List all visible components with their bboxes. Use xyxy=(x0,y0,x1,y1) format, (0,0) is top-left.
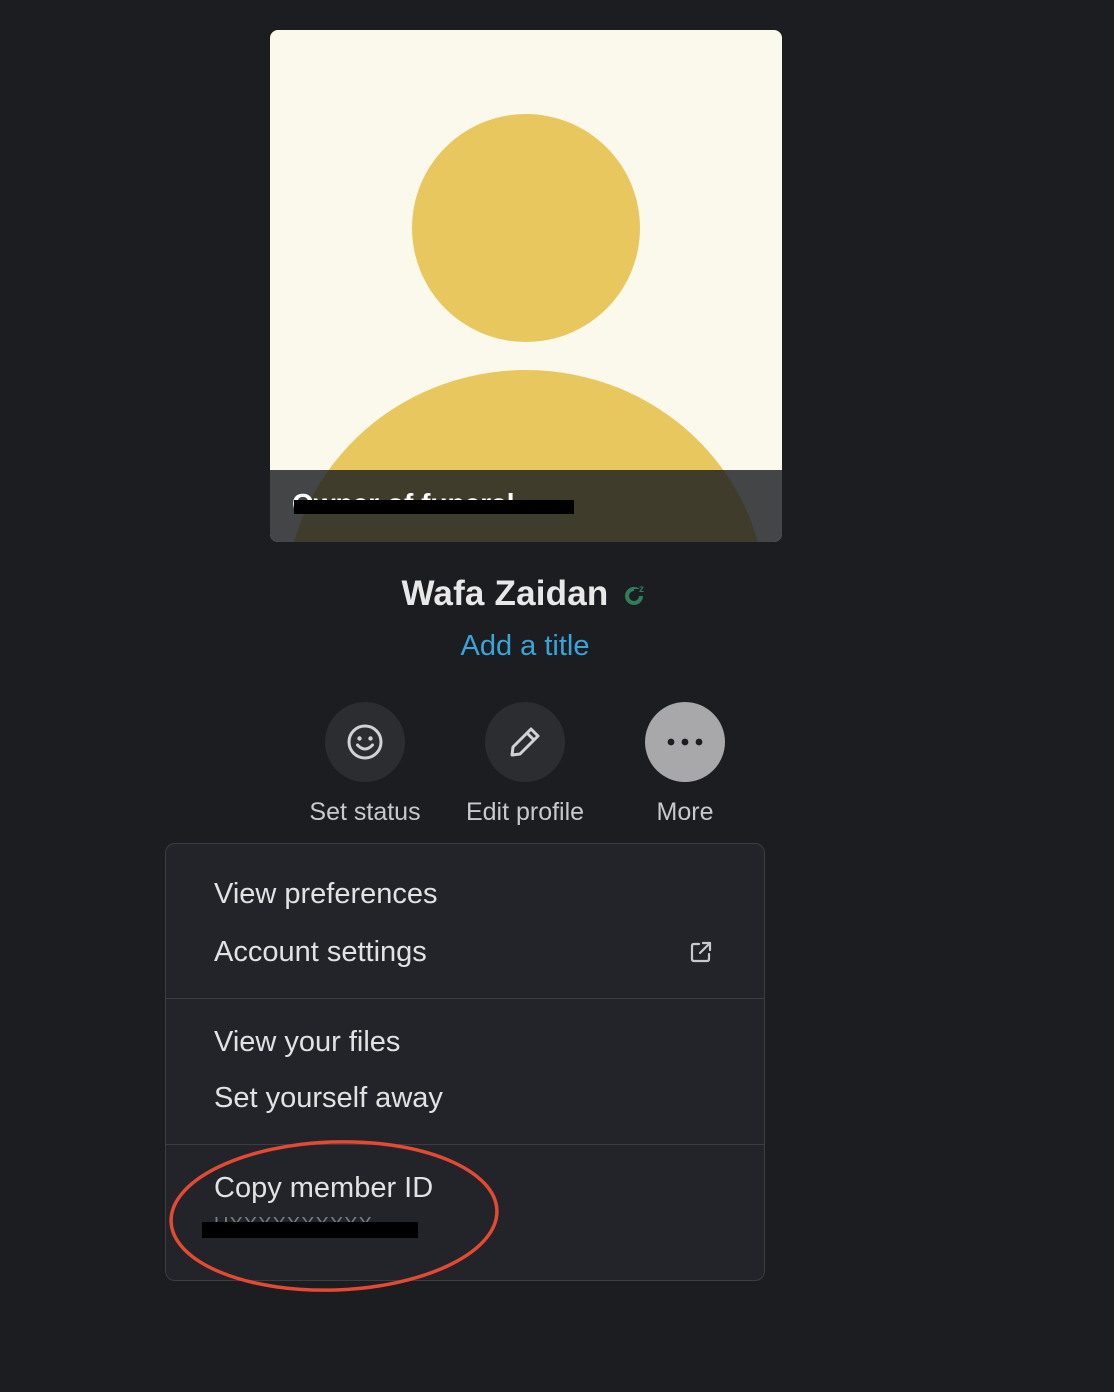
profile-photo[interactable]: Owner of funeral xyxy=(270,30,782,542)
set-status-button[interactable]: Set status xyxy=(285,702,445,827)
more-circle[interactable] xyxy=(645,702,725,782)
svg-text:z: z xyxy=(639,584,644,595)
menu-item-set-yourself-away[interactable]: Set yourself away xyxy=(214,1082,443,1115)
menu-divider xyxy=(166,998,764,999)
more-label: More xyxy=(656,798,714,826)
set-status-label: Set status xyxy=(309,798,421,826)
default-avatar-icon xyxy=(294,114,758,542)
photo-overlay-bar: Owner of funeral xyxy=(270,470,782,542)
pencil-icon xyxy=(510,727,540,757)
more-button[interactable]: More xyxy=(605,702,765,827)
smiley-icon xyxy=(347,724,383,760)
display-name: Wafa Zaidan xyxy=(401,574,609,613)
menu-item-account-settings[interactable]: Account settings xyxy=(214,936,427,969)
edit-profile-button[interactable]: Edit profile xyxy=(445,702,605,827)
menu-item-view-preferences[interactable]: View preferences xyxy=(214,878,438,911)
menu-item-view-your-files[interactable]: View your files xyxy=(214,1026,400,1059)
annotation-ellipse xyxy=(169,1140,499,1292)
ellipsis-icon xyxy=(667,738,703,746)
add-title-link[interactable]: Add a title xyxy=(0,630,1050,663)
set-status-circle[interactable] xyxy=(325,702,405,782)
edit-profile-label: Edit profile xyxy=(465,798,585,826)
edit-profile-circle[interactable] xyxy=(485,702,565,782)
profile-name-row: Wafa Zaidan z xyxy=(0,574,1050,614)
redaction-bar xyxy=(294,500,574,514)
away-status-icon: z xyxy=(623,581,649,607)
external-link-icon xyxy=(690,941,712,963)
